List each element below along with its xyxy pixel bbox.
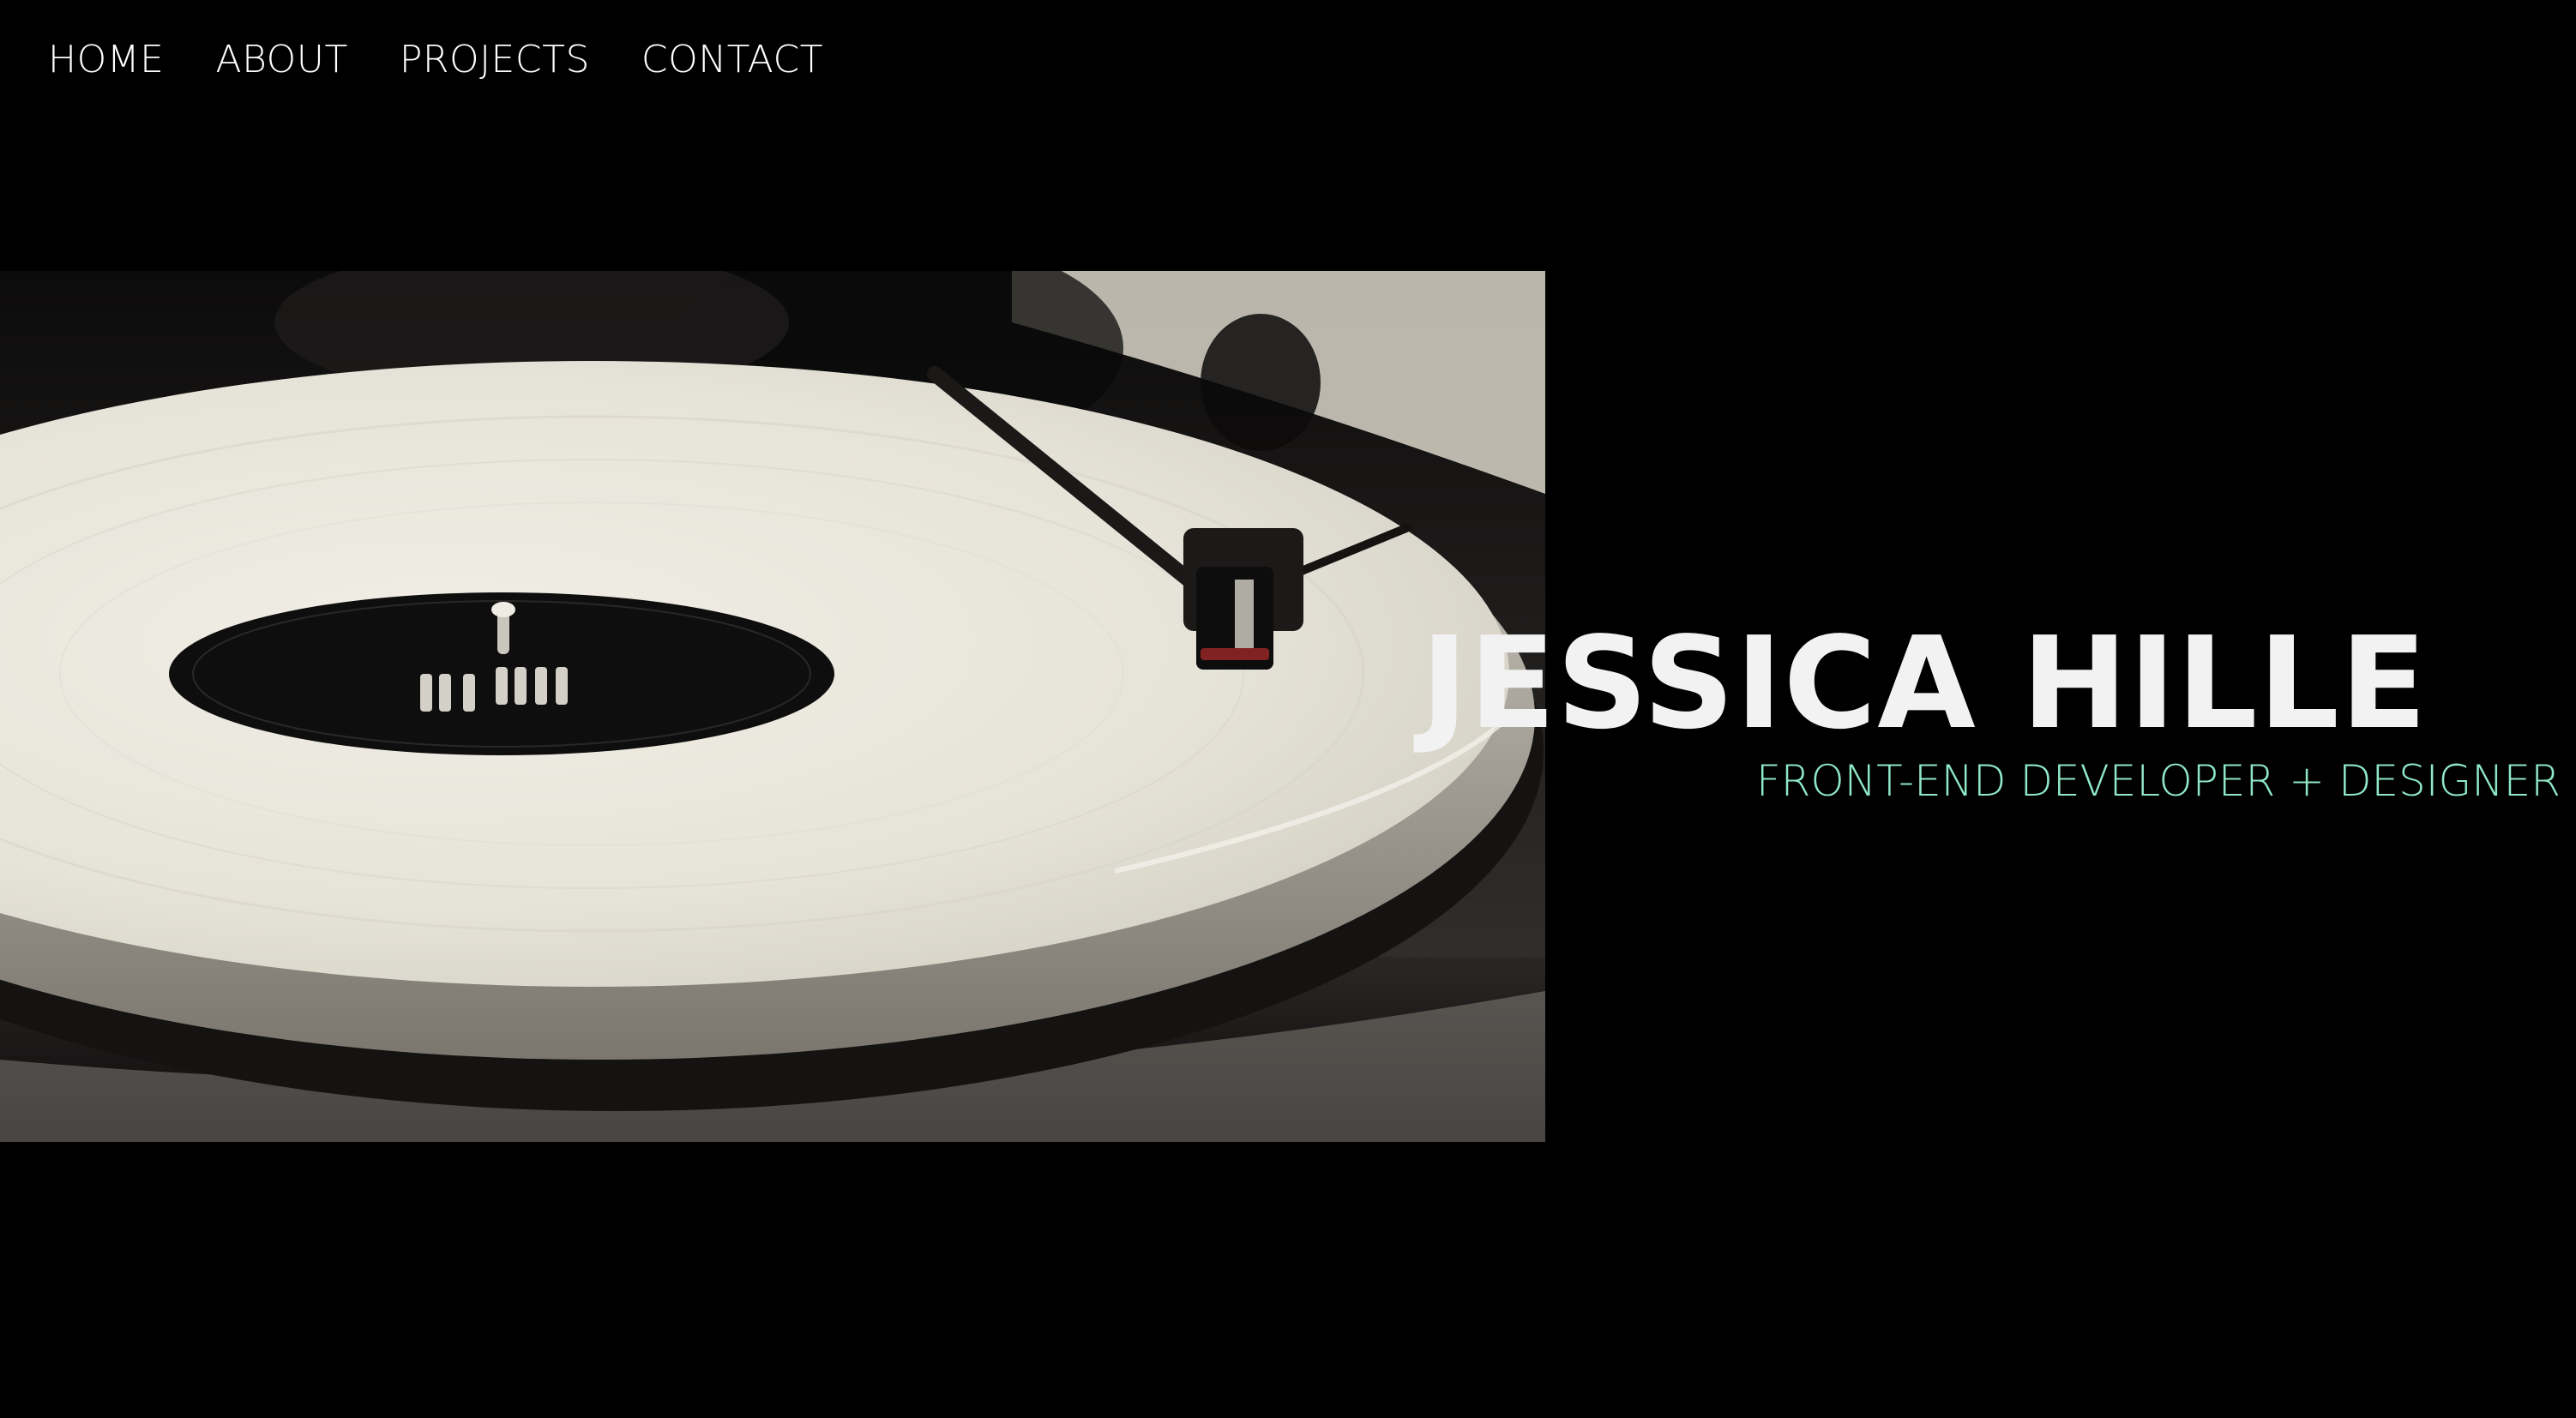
nav-contact-link[interactable]: CONTACT	[641, 34, 823, 86]
hero-text: JESSICA HILLE FRONT-END DEVELOPER + DESI…	[1421, 610, 2561, 811]
nav-home-link[interactable]: HOME	[48, 34, 164, 86]
hero-name: JESSICA HILLE	[1420, 610, 2428, 757]
hero-title: FRONT-END DEVELOPER + DESIGNER	[1755, 756, 2561, 806]
nav-projects-link[interactable]: PROJECTS	[400, 34, 590, 86]
main-nav: HOME ABOUT PROJECTS CONTACT	[48, 34, 823, 86]
turntable-photo	[0, 271, 1545, 1142]
nav-about-link[interactable]: ABOUT	[215, 34, 347, 86]
